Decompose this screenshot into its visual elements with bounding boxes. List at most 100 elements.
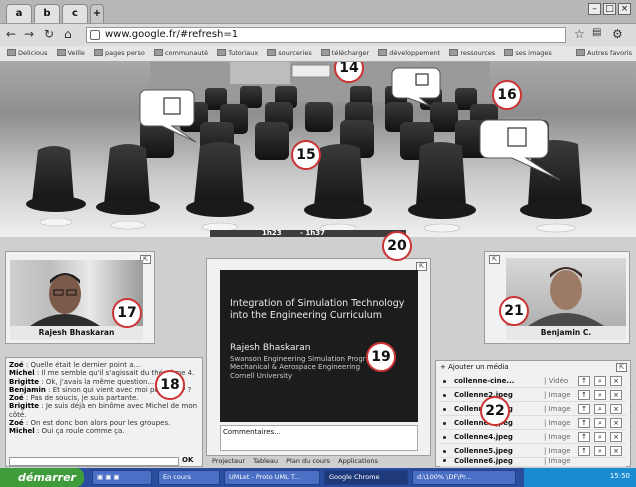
media-row[interactable]: Collenne4.jpeg | Image ↑ ⌕ × bbox=[440, 431, 626, 444]
zoom-icon[interactable]: ⌕ bbox=[594, 418, 606, 428]
delete-icon[interactable]: × bbox=[610, 390, 622, 400]
delete-icon[interactable]: × bbox=[610, 432, 622, 442]
folder-icon bbox=[449, 49, 459, 56]
quick-launch[interactable]: ▣ ▣ ▣ bbox=[92, 470, 152, 485]
folder-icon bbox=[7, 49, 16, 56]
browser-tab-bar: a b c + – □ × bbox=[0, 0, 636, 24]
tab-course-plan[interactable]: Plan du cours bbox=[286, 456, 330, 467]
url-field[interactable]: www.google.fr/#refresh=1 bbox=[86, 27, 566, 43]
bookmarks-bar: Delicious Veille pages perso communauté … bbox=[0, 46, 636, 62]
zoom-icon[interactable]: ⌕ bbox=[594, 404, 606, 414]
zoom-icon[interactable]: ⌕ bbox=[594, 390, 606, 400]
media-row[interactable]: Collenne3.jpeg| Image↑⌕× bbox=[440, 417, 626, 430]
bookmark-item[interactable]: Veille bbox=[56, 46, 85, 61]
taskbar-item[interactable]: En cours bbox=[158, 470, 220, 485]
participant-name: Rajesh Bhaskaran bbox=[10, 326, 143, 340]
folder-icon bbox=[153, 49, 163, 56]
chat-message: Michel : Oui ça roule comme ça. bbox=[9, 427, 125, 436]
share-icon[interactable]: ↑ bbox=[578, 404, 590, 414]
page-menu-icon[interactable]: ▤ bbox=[592, 27, 601, 38]
bookmark-item[interactable]: Delicious bbox=[7, 46, 47, 61]
chat-message: Brigitte : Je suis déjà en binôme avec M… bbox=[9, 402, 198, 419]
chat-message: Zoé : On est donc bon alors pour les gro… bbox=[9, 419, 171, 428]
left-webcam-panel: ⇱ Rajesh Bhaskaran 17 bbox=[5, 251, 155, 344]
browser-tab[interactable]: b bbox=[34, 4, 60, 23]
maximize-button[interactable]: □ bbox=[603, 3, 616, 15]
callout-20: 20 bbox=[382, 231, 412, 261]
taskbar-item[interactable]: UMLet - Proto UML T... bbox=[224, 470, 320, 485]
star-icon[interactable]: ☆ bbox=[574, 27, 585, 41]
share-icon[interactable]: ↑ bbox=[578, 376, 590, 386]
bookmark-item[interactable]: Tutoriaux bbox=[217, 46, 258, 61]
address-toolbar: ← → ↻ ⌂ www.google.fr/#refresh=1 ☆ ▤ ⚙ bbox=[0, 24, 636, 46]
comments-field[interactable]: Commentaires... bbox=[220, 425, 418, 451]
new-tab-button[interactable]: + bbox=[90, 4, 104, 23]
folder-icon bbox=[504, 49, 514, 56]
callout-22: 22 bbox=[480, 396, 510, 426]
media-row[interactable]: Collenne2.jpeg | Image ↑ ⌕ × bbox=[440, 389, 626, 402]
timeline-start: 1h23 bbox=[262, 229, 282, 237]
zoom-icon[interactable]: ⌕ bbox=[594, 376, 606, 386]
participant-name: Benjamin C. bbox=[506, 326, 626, 340]
bookmark-item[interactable]: communauté bbox=[153, 46, 208, 61]
minimize-button[interactable]: – bbox=[588, 3, 601, 15]
system-tray: 15:50 bbox=[524, 468, 636, 487]
callout-16: 16 bbox=[492, 80, 522, 110]
folder-icon bbox=[267, 49, 277, 56]
timeline-end: - 1h37 bbox=[300, 229, 325, 237]
tab-applications[interactable]: Applications bbox=[338, 456, 378, 467]
media-row[interactable]: collenne-cine... | Vidéo ↑ ⌕ × bbox=[440, 375, 626, 388]
media-row[interactable]: Collenne6.jpeg | Image bbox=[440, 455, 626, 467]
callout-19: 19 bbox=[366, 342, 396, 372]
slide-author: Rajesh Bhaskaran bbox=[230, 343, 311, 353]
share-icon[interactable]: ↑ bbox=[578, 390, 590, 400]
bookmark-item[interactable]: télécharger bbox=[320, 46, 369, 61]
chat-input[interactable] bbox=[9, 457, 179, 466]
clock: 15:50 bbox=[609, 472, 630, 480]
bookmark-item[interactable]: pages perso bbox=[94, 46, 145, 61]
taskbar-item[interactable]: Google Chrome bbox=[324, 470, 408, 485]
bookmark-item[interactable]: sourceries bbox=[267, 46, 312, 61]
home-icon[interactable]: ⌂ bbox=[64, 27, 72, 41]
add-media-button[interactable]: + Ajouter un média bbox=[440, 363, 509, 371]
other-bookmarks[interactable]: Autres favoris bbox=[575, 46, 632, 61]
chat-message: Zoé : Quelle était le dernier point a... bbox=[9, 361, 141, 369]
close-window-button[interactable]: × bbox=[618, 3, 631, 15]
slide-affiliation-line: Cornell University bbox=[230, 371, 293, 380]
bookmark-item[interactable]: développement bbox=[378, 46, 440, 61]
detach-icon[interactable]: ⇱ bbox=[616, 363, 627, 372]
wrench-icon[interactable]: ⚙ bbox=[612, 27, 623, 41]
slide-title: Integration of Simulation Technology int… bbox=[230, 298, 405, 321]
reload-icon[interactable]: ↻ bbox=[44, 27, 54, 41]
zoom-icon[interactable]: ⌕ bbox=[594, 432, 606, 442]
back-icon[interactable]: ← bbox=[6, 27, 16, 41]
delete-icon[interactable]: × bbox=[610, 404, 622, 414]
callout-17: 17 bbox=[112, 298, 142, 328]
tab-board[interactable]: Tableau bbox=[253, 456, 278, 467]
media-row[interactable]: Collenne3.jpeg| Image↑⌕× bbox=[440, 403, 626, 416]
delete-icon[interactable]: × bbox=[610, 376, 622, 386]
share-icon[interactable]: ↑ bbox=[578, 432, 590, 442]
detach-icon[interactable]: ⇱ bbox=[489, 255, 500, 264]
start-button[interactable]: démarrer bbox=[0, 468, 84, 487]
chat-send-button[interactable]: OK bbox=[182, 456, 193, 464]
callout-21: 21 bbox=[499, 296, 529, 326]
view-toolbar: Projecteur Tableau Plan du cours Applica… bbox=[206, 456, 434, 467]
tab-projector[interactable]: Projecteur bbox=[212, 456, 245, 467]
delete-icon[interactable]: × bbox=[610, 418, 622, 428]
folder-icon bbox=[217, 49, 227, 56]
forward-icon[interactable]: → bbox=[24, 27, 34, 41]
browser-tab[interactable]: c bbox=[62, 4, 88, 23]
virtual-classroom-scene[interactable]: 14 15 16 1h23 - 1h37 bbox=[0, 62, 636, 237]
bookmark-item[interactable]: ressources bbox=[449, 46, 495, 61]
bookmark-item[interactable]: ses images bbox=[504, 46, 552, 61]
screen: a b c + – □ × ← → ↻ ⌂ www.google.fr/#ref… bbox=[0, 0, 636, 487]
browser-tab[interactable]: a bbox=[6, 4, 32, 23]
taskbar-item[interactable]: d:\100% \DF\Pr... bbox=[412, 470, 516, 485]
slide-affiliation-line: Mechanical & Aerospace Engineering bbox=[230, 363, 361, 371]
share-icon[interactable]: ↑ bbox=[578, 418, 590, 428]
folder-icon bbox=[94, 49, 103, 56]
folder-icon bbox=[378, 49, 388, 56]
page-icon bbox=[90, 30, 100, 40]
right-webcam-panel: ⇱ Benjamin C. 21 bbox=[484, 251, 630, 344]
